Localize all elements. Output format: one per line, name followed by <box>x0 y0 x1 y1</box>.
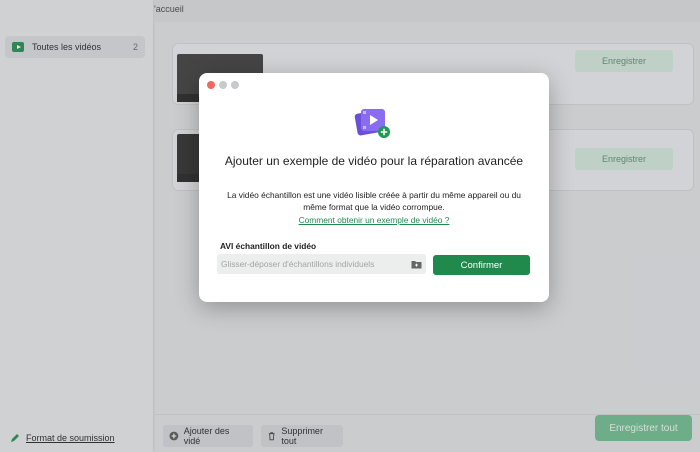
sample-file-input[interactable] <box>221 259 411 269</box>
sample-drop-field[interactable] <box>217 254 426 274</box>
dialog-minimize-button <box>219 81 227 89</box>
dialog-zoom-button <box>231 81 239 89</box>
dialog-description: La vidéo échantillon est une vidéo lisib… <box>227 190 521 212</box>
confirm-button[interactable]: Confirmer <box>433 255 530 275</box>
sample-video-dialog: Ajouter un exemple de vidéo pour la répa… <box>199 73 549 302</box>
dialog-close-button[interactable] <box>207 81 215 89</box>
folder-icon[interactable] <box>411 260 422 269</box>
add-video-icon <box>354 109 390 138</box>
sample-field-label: AVI échantillon de vidéo <box>220 241 317 251</box>
help-link[interactable]: Comment obtenir un exemple de vidéo ? <box>199 215 549 225</box>
dialog-title: Ajouter un exemple de vidéo pour la répa… <box>224 154 524 168</box>
